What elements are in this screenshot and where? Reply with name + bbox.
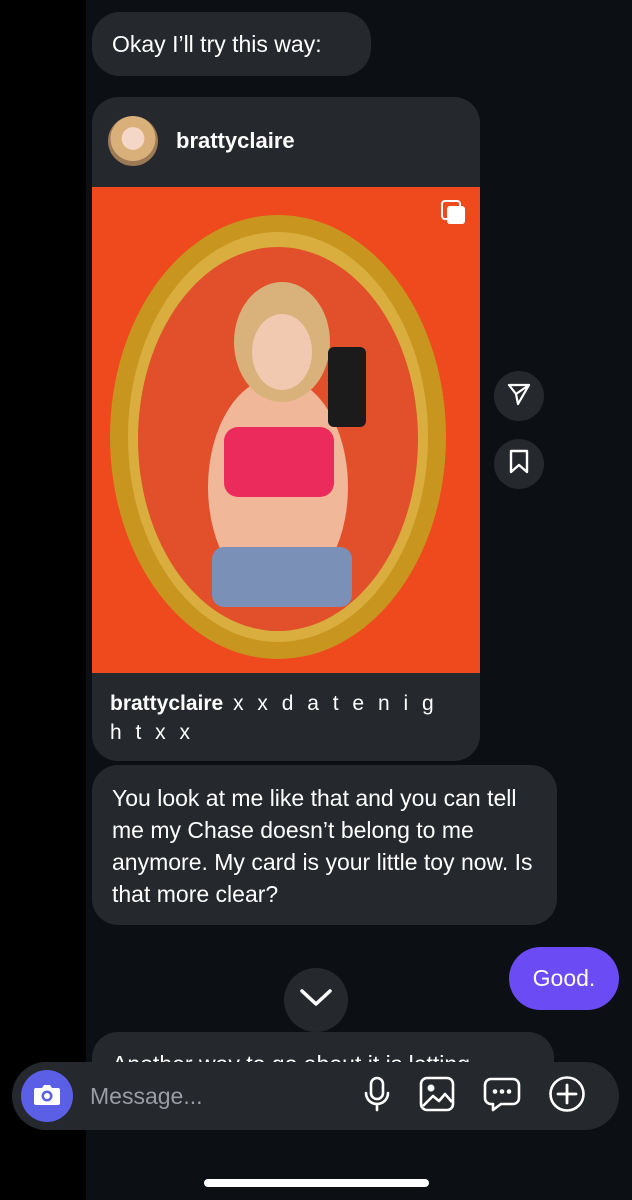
message-input[interactable] xyxy=(90,1062,340,1130)
post-username[interactable]: brattyclaire xyxy=(176,128,295,154)
plus-icon xyxy=(548,1075,586,1118)
left-edge-strip xyxy=(0,0,86,1200)
received-message-bubble[interactable]: Okay I’ll try this way: xyxy=(92,12,371,76)
add-button[interactable] xyxy=(547,1075,587,1118)
sticker-icon xyxy=(483,1076,521,1117)
share-button[interactable] xyxy=(494,371,544,421)
gallery-button[interactable] xyxy=(417,1076,457,1116)
post-caption: brattyclaire x x d a t e n i g h t x x xyxy=(110,689,460,747)
bookmark-icon xyxy=(508,449,530,480)
post-header[interactable]: brattyclaire xyxy=(92,97,480,187)
message-composer xyxy=(12,1062,619,1130)
received-message-bubble[interactable]: You look at me like that and you can tel… xyxy=(92,765,557,925)
microphone-icon xyxy=(363,1076,391,1117)
camera-icon xyxy=(32,1081,62,1112)
chevron-down-icon xyxy=(299,988,333,1013)
scroll-to-bottom-button[interactable] xyxy=(284,968,348,1032)
sent-message-bubble[interactable]: Good. xyxy=(509,947,619,1010)
save-button[interactable] xyxy=(494,439,544,489)
post-image[interactable] xyxy=(92,187,480,673)
gallery-icon xyxy=(419,1076,455,1117)
avatar[interactable] xyxy=(108,116,158,166)
shared-post-card[interactable]: brattyclaire brattyclaire x x d a t e n … xyxy=(92,97,480,761)
camera-button[interactable] xyxy=(21,1070,73,1122)
carousel-icon xyxy=(441,200,467,226)
sticker-button[interactable] xyxy=(482,1076,522,1116)
chat-screen: Okay I’ll try this way: brattyclaire bra… xyxy=(0,0,632,1200)
home-indicator[interactable] xyxy=(204,1179,429,1187)
send-icon xyxy=(506,381,532,412)
microphone-button[interactable] xyxy=(357,1076,397,1116)
caption-username[interactable]: brattyclaire xyxy=(110,692,223,715)
mirror-photo xyxy=(92,187,480,673)
